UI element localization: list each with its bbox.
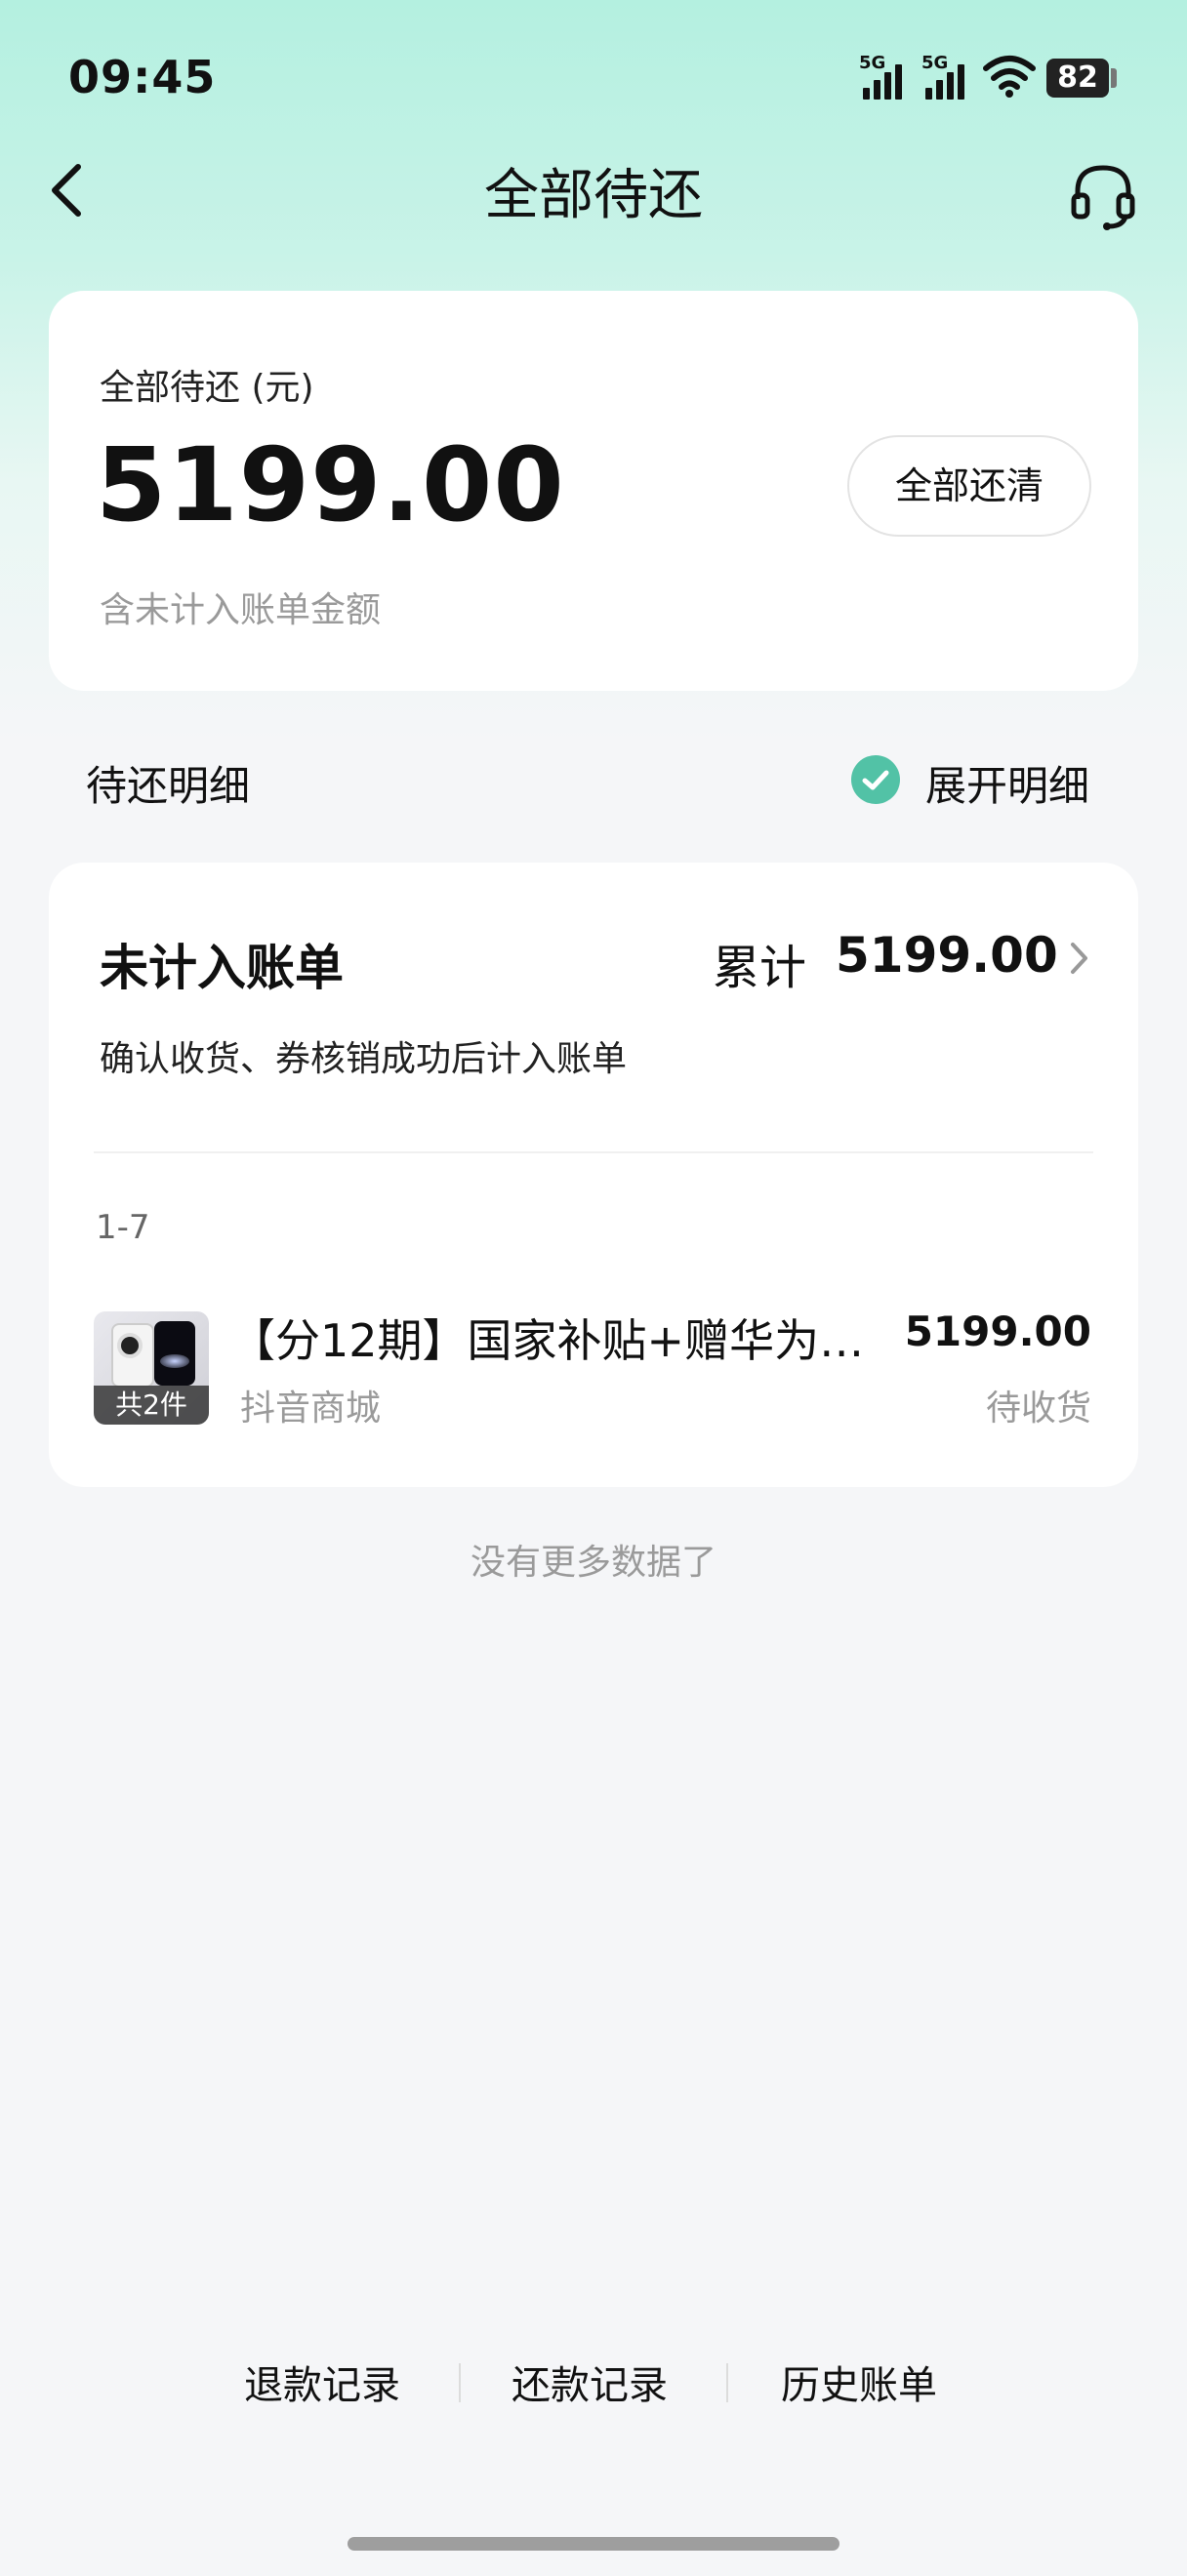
item-count-badge: 共2件 [94,1386,209,1425]
total-amount: 5199.00 [96,425,565,544]
unbilled-description: 确认收货、券核销成功后计入账单 [100,1039,628,1079]
check-circle-icon [851,755,900,804]
pay-all-button[interactable]: 全部还清 [847,435,1091,537]
cumulative-amount: 5199.00 [836,927,1058,984]
wifi-icon [983,56,1036,98]
chevron-right-icon[interactable] [1064,939,1093,978]
order-item-price: 5199.00 [904,1308,1091,1355]
battery-cap [1111,68,1117,88]
unbilled-card: 未计入账单 累计 5199.00 确认收货、券核销成功后计入账单 1-7 共2件… [49,863,1138,1487]
summary-card: 全部待还 (元) 5199.00 含未计入账单金额 全部还清 [49,291,1138,691]
merchant-name: 抖音商城 [240,1389,382,1429]
order-status: 待收货 [985,1389,1091,1429]
order-item-title[interactable]: 【分12期】国家补贴+赠华为… [230,1306,875,1370]
headset-icon [1071,165,1135,230]
refund-records-link[interactable]: 退款记录 [244,2354,400,2410]
history-bills-link[interactable]: 历史账单 [781,2354,937,2410]
sim2-label: 5G [921,53,949,73]
unbilled-title: 未计入账单 [100,940,344,996]
product-thumbnail[interactable]: 共2件 [94,1311,209,1425]
summary-label: 全部待还 (元) [100,368,314,408]
date-range: 1-7 [96,1208,150,1247]
divider [94,1151,1093,1153]
signal-icon: 5G [921,53,970,100]
repayment-records-link[interactable]: 还款记录 [512,2354,668,2410]
signal-icon: 5G [859,53,908,100]
cumulative-label: 累计 [713,941,807,995]
link-separator [726,2363,728,2402]
bottom-links: 退款记录 还款记录 历史账单 [0,2354,1187,2412]
home-indicator[interactable] [348,2537,839,2551]
customer-service-button[interactable] [1064,156,1142,234]
sim1-label: 5G [859,53,886,73]
link-separator [459,2363,461,2402]
page-title: 全部待还 [484,164,703,227]
no-more-data-text: 没有更多数据了 [470,1543,716,1583]
status-time: 09:45 [68,51,217,103]
summary-note: 含未计入账单金额 [100,590,382,630]
details-section-title: 待还明细 [86,762,251,810]
battery-icon: 82 [1046,59,1109,98]
expand-details-label: 展开明细 [925,762,1090,810]
